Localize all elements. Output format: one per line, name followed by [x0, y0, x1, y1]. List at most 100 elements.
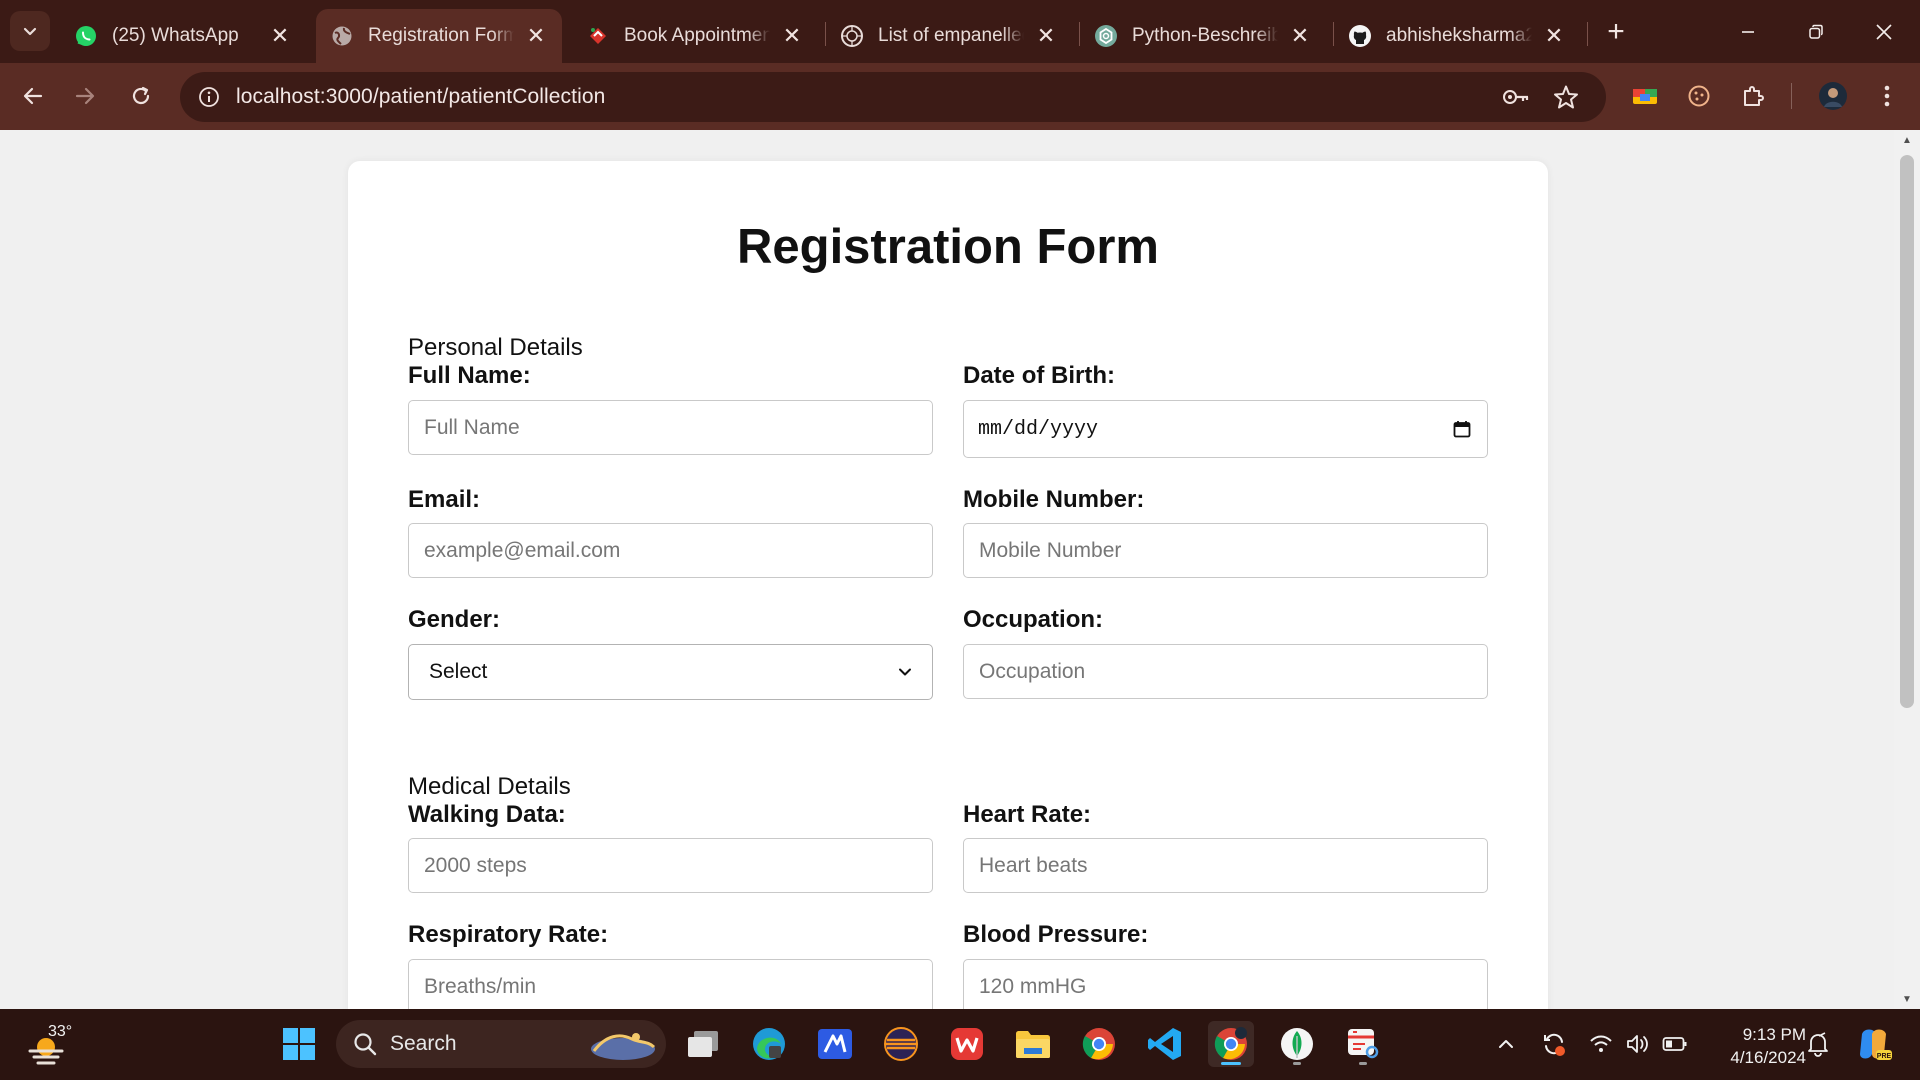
- tab-separator: [1587, 22, 1588, 46]
- scroll-up-arrow-icon[interactable]: ▲: [1894, 130, 1920, 150]
- chevron-down-icon: [23, 27, 37, 36]
- blood-pressure-input[interactable]: [963, 959, 1488, 1009]
- close-icon[interactable]: ✕: [266, 22, 294, 50]
- bookmark-star-icon[interactable]: [1550, 81, 1582, 113]
- close-icon[interactable]: ✕: [778, 22, 806, 50]
- sync-tray-button[interactable]: [1539, 1029, 1569, 1059]
- start-button[interactable]: [276, 1021, 322, 1067]
- tab-book-appointment[interactable]: Book Appointment ✕: [572, 9, 818, 63]
- dob-mask: mm/dd/yyyy: [978, 417, 1099, 441]
- password-key-icon[interactable]: [1500, 81, 1532, 113]
- walking-data-input[interactable]: [408, 838, 933, 893]
- taskbar-search-label: Search: [390, 1032, 457, 1055]
- more-vertical-icon: [1884, 85, 1890, 107]
- app-tile-icon: [818, 1029, 852, 1059]
- taskbar-snipping-tool[interactable]: [1340, 1021, 1386, 1067]
- snipping-tool-icon: [1348, 1029, 1379, 1059]
- site-info-icon[interactable]: [194, 82, 224, 112]
- minimize-icon: [1742, 30, 1754, 33]
- new-tab-button[interactable]: +: [1598, 14, 1634, 50]
- forward-button[interactable]: [64, 75, 106, 117]
- show-hidden-icons-button[interactable]: [1491, 1029, 1521, 1059]
- puzzle-icon: [1744, 86, 1764, 106]
- wifi-tray-button[interactable]: [1586, 1029, 1616, 1059]
- gender-select[interactable]: Select: [408, 644, 933, 700]
- chevron-up-icon: [1499, 1040, 1513, 1048]
- taskbar-eclipse[interactable]: [878, 1021, 924, 1067]
- volume-tray-button[interactable]: [1623, 1029, 1653, 1059]
- extensions-menu-button[interactable]: [1732, 75, 1774, 117]
- heart-rate-label: Heart Rate:: [963, 801, 1092, 828]
- respiratory-rate-input[interactable]: [408, 959, 933, 1009]
- extension-button[interactable]: [1624, 75, 1666, 117]
- occupation-input[interactable]: [963, 644, 1488, 699]
- active-app-indicator: [1221, 1062, 1241, 1065]
- heart-rate-input[interactable]: [963, 838, 1488, 893]
- taskbar-wps[interactable]: [944, 1021, 990, 1067]
- copilot-button[interactable]: PRE: [1854, 1024, 1894, 1064]
- sync-icon: [1544, 1033, 1565, 1056]
- tab-search-button[interactable]: [10, 11, 50, 51]
- close-icon[interactable]: ✕: [1286, 22, 1314, 50]
- tab-strip: (25) WhatsApp ✕ Registration Form ✕ Book…: [0, 0, 1920, 63]
- cookie-icon: [1688, 85, 1710, 107]
- gender-label: Gender:: [408, 606, 501, 633]
- extension-button[interactable]: [1678, 75, 1720, 117]
- walking-data-label: Walking Data:: [408, 801, 566, 828]
- svg-text:PRE: PRE: [1877, 1053, 1892, 1060]
- close-icon[interactable]: ✕: [1540, 22, 1568, 50]
- weather-temp: 33°: [48, 1023, 73, 1040]
- taskbar-vscode[interactable]: [1142, 1021, 1188, 1067]
- weather-widget[interactable]: 33°: [22, 1021, 73, 1069]
- taskbar-app-mail[interactable]: [812, 1021, 858, 1067]
- dob-label: Date of Birth:: [963, 362, 1115, 389]
- taskbar-file-explorer[interactable]: [1010, 1021, 1056, 1067]
- scroll-down-arrow-icon[interactable]: ▼: [1894, 989, 1920, 1009]
- close-icon[interactable]: ✕: [522, 22, 550, 50]
- taskbar-chrome[interactable]: [1076, 1021, 1122, 1067]
- mobile-label: Mobile Number:: [963, 486, 1145, 513]
- notifications-button[interactable]: [1803, 1029, 1833, 1059]
- github-icon: [1348, 24, 1372, 48]
- registration-form-card: Registration Form Personal Details Full …: [348, 161, 1548, 1009]
- tab-registration-form[interactable]: Registration Form ✕: [316, 9, 562, 63]
- taskbar-task-view[interactable]: [680, 1021, 726, 1067]
- profile-button[interactable]: [1812, 75, 1854, 117]
- back-button[interactable]: [12, 75, 54, 117]
- blood-pressure-label: Blood Pressure:: [963, 921, 1149, 948]
- chrome-icon: [1214, 1027, 1247, 1060]
- email-field[interactable]: [408, 523, 933, 578]
- taskbar-mongodb[interactable]: [1274, 1021, 1320, 1067]
- eclipse-icon: [884, 1027, 918, 1061]
- search-highlight-icon: [591, 1033, 656, 1060]
- browser-toolbar: localhost:3000/patient/patientCollection: [0, 63, 1920, 130]
- mobile-number-input[interactable]: [963, 523, 1488, 578]
- arrow-left-icon: [23, 87, 43, 105]
- restore-button[interactable]: [1782, 0, 1850, 63]
- battery-tray-button[interactable]: [1660, 1029, 1690, 1059]
- tab-python-beschreibung[interactable]: Python-Beschreibung ✕: [1080, 9, 1326, 63]
- vscode-icon: [1148, 1028, 1181, 1060]
- task-view-icon: [688, 1031, 718, 1057]
- dob-input[interactable]: mm/dd/yyyy: [963, 400, 1488, 458]
- browser-menu-button[interactable]: [1866, 75, 1908, 117]
- taskbar-chrome-profile[interactable]: [1208, 1021, 1254, 1067]
- page-scrollbar[interactable]: ▲ ▼: [1894, 130, 1920, 1009]
- taskbar-edge[interactable]: [746, 1021, 792, 1067]
- minimize-button[interactable]: [1714, 0, 1782, 63]
- calendar-icon[interactable]: [1451, 418, 1473, 440]
- running-app-indicator: [1359, 1062, 1367, 1065]
- tab-whatsapp[interactable]: (25) WhatsApp ✕: [60, 9, 306, 63]
- volume-icon: [1627, 1035, 1648, 1053]
- scrollbar-thumb[interactable]: [1900, 155, 1914, 708]
- window-close-button[interactable]: [1850, 0, 1918, 63]
- taskbar-search[interactable]: Search: [336, 1020, 666, 1068]
- taskbar-clock[interactable]: 9:13 PM 4/16/2024: [1706, 1023, 1806, 1069]
- full-name-input[interactable]: [408, 400, 933, 455]
- reload-button[interactable]: [120, 75, 162, 117]
- address-bar[interactable]: localhost:3000/patient/patientCollection: [180, 72, 1606, 122]
- tab-empanelled-list[interactable]: List of empanelled ✕: [826, 9, 1072, 63]
- close-icon[interactable]: ✕: [1032, 22, 1060, 50]
- tab-github[interactable]: abhisheksharma22 ✕: [1334, 9, 1580, 63]
- tab-title: (25) WhatsApp: [112, 25, 239, 46]
